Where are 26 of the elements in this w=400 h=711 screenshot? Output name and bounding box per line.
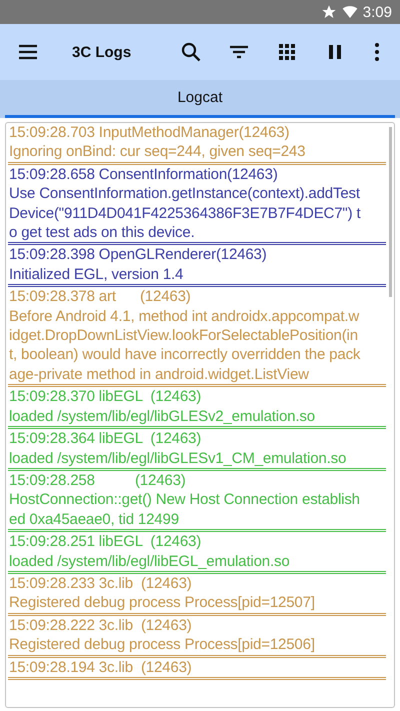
log-header: 15:09:28.364 libEGL (12463) [9, 429, 202, 448]
log-message: Before Android 4.1, method int androidx.appcompat.w idget.DropDownListView.lookForSelectablePosition(in t, boolean) would have incorrectly overridden the pack age-private method in android.widget.ListView [9, 306, 362, 384]
log-message: Use ConsentInformation.getInstance(context).addTest Device("911D4D041F4225364386F3E7B7F4DEC7") t o get test ads on this device. [9, 184, 362, 242]
log-message: Registered debug process Process[pid=12507] [9, 593, 316, 613]
log-message: Initialized EGL, version 1.4 [9, 264, 184, 284]
app-title: 3C Logs [72, 44, 132, 60]
log-header: 15:09:28.378 art (12463) [9, 287, 192, 307]
star-icon [320, 4, 337, 20]
log-message: loaded /system/lib/egl/libEGL_emulation.so [9, 552, 291, 571]
log-header: 15:09:28.251 libEGL (12463) [9, 532, 202, 552]
log-message: Ignoring onBind: cur seq=244, given seq=243 [9, 142, 306, 162]
log-message: HostConnection::get() New Host Connection establish ed 0xa45aeae0, tid 12499 [9, 490, 361, 530]
log-header: 15:09:28.658 ConsentInformation(12463) [9, 164, 279, 184]
log-header: 15:09:28.370 libEGL (12463) [9, 387, 202, 407]
log-header: 15:09:28.222 3c.lib (12463) [9, 616, 193, 636]
search-icon[interactable] [179, 40, 203, 64]
log-message: loaded /system/lib/egl/libGLESv1_CM_emulation.so [9, 448, 348, 468]
status-time: 3:09 [362, 4, 392, 20]
log-header: 15:09:28.398 OpenGLRenderer(12463) [9, 245, 268, 265]
log-header: 15:09:28.258 (12463) [9, 470, 187, 490]
log-message: Registered debug process Process[pid=12506] [9, 635, 316, 655]
log-header: 15:09:28.703 InputMethodManager(12463) [9, 123, 290, 142]
log-header: 15:09:28.233 3c.lib (12463) [9, 574, 193, 594]
log-message: loaded /system/lib/egl/libGLESv2_emulation.so [9, 406, 316, 426]
log-header: 15:09:28.194 3c.lib (12463) [9, 658, 193, 677]
wifi-icon [342, 4, 358, 20]
